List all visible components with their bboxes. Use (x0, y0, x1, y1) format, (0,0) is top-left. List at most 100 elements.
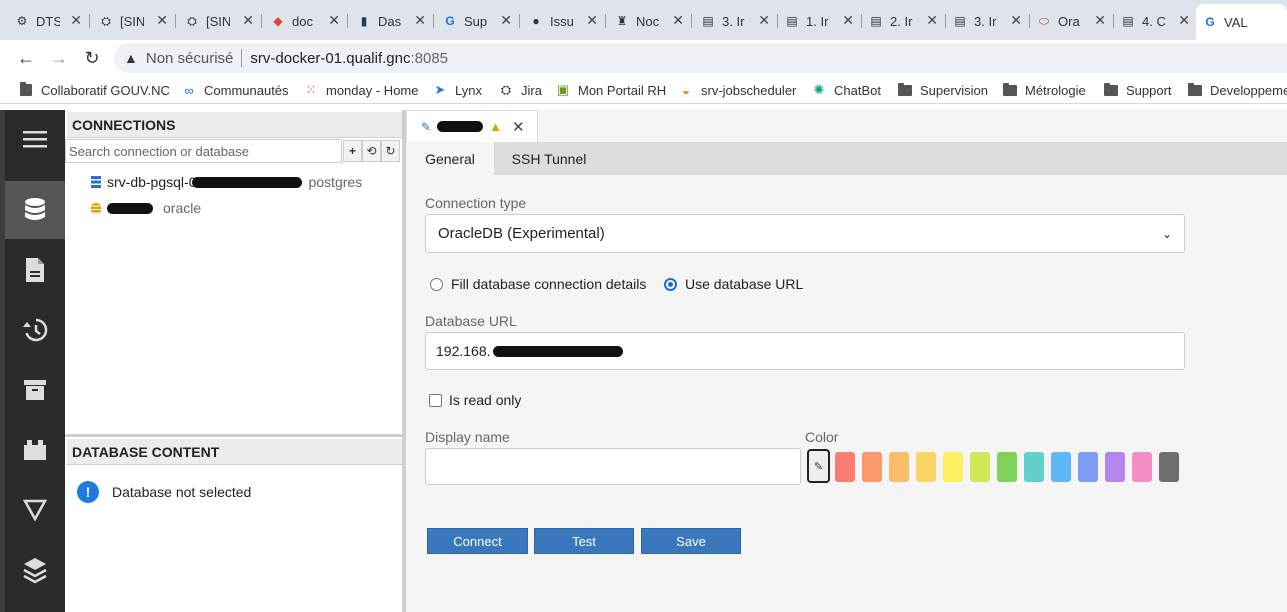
save-button[interactable]: Save (641, 528, 741, 554)
connections-header: CONNECTIONS (67, 112, 402, 138)
close-icon[interactable]: ✕ (1094, 12, 1106, 29)
close-icon[interactable]: ✕ (156, 12, 168, 29)
chevron-down-icon: ⌄ (1161, 226, 1172, 241)
browser-tab[interactable]: G Sup ✕ (436, 6, 520, 36)
close-icon[interactable]: ✕ (500, 12, 512, 29)
browser-tab[interactable]: ⬭ Ora ✕ (1030, 6, 1114, 36)
color-swatch[interactable] (970, 452, 990, 482)
connection-item[interactable]: oracle (91, 199, 201, 217)
color-swatch[interactable] (1024, 452, 1044, 482)
color-swatch[interactable] (943, 452, 963, 482)
add-connection-button[interactable]: + (343, 140, 362, 162)
bookmark-item[interactable]: ➤ Lynx (432, 81, 482, 99)
bookmark-folder[interactable]: Métrologie (1002, 81, 1086, 99)
browser-tab[interactable]: ▤ 3. Ir ✕ (946, 6, 1030, 36)
url-port[interactable]: :8085 (410, 50, 448, 67)
browser-tab[interactable]: ⚙ DTS ✕ (8, 6, 90, 36)
close-icon[interactable]: ✕ (328, 12, 340, 29)
bookmark-item[interactable]: ▣ Mon Portail RH (555, 81, 666, 99)
security-label[interactable]: Non sécurisé (146, 50, 234, 67)
address-bar[interactable]: ▲ Non sécurisé srv-docker-01.qualif.gnc:… (114, 43, 1287, 73)
read-only-checkbox-row[interactable]: Is read only (429, 392, 521, 408)
database-icon[interactable] (5, 181, 65, 239)
browser-tab[interactable]: ▤ 1. Ir ✕ (778, 6, 862, 36)
radio-button[interactable] (430, 277, 443, 291)
warning-triangle-icon[interactable]: ▲ (124, 50, 138, 66)
close-tab-icon[interactable]: ✕ (512, 118, 525, 136)
tab-general[interactable]: General (406, 142, 494, 175)
browser-tab[interactable]: ♜ Noc ✕ (608, 6, 692, 36)
bookmark-folder[interactable]: Support (1103, 81, 1172, 99)
close-icon[interactable]: ✕ (672, 12, 684, 29)
bookmark-item[interactable]: ∞ Communautés (181, 81, 288, 99)
refresh-folder-button[interactable]: ⟲ (362, 140, 381, 162)
color-swatch[interactable] (835, 452, 855, 482)
connection-item[interactable]: srv-db-pgsql-0 postgres (91, 173, 362, 191)
color-swatch[interactable] (1105, 452, 1125, 482)
close-icon[interactable]: ✕ (1178, 12, 1190, 29)
bookmark-item[interactable]: ✺ ChatBot (811, 81, 881, 99)
archive-icon[interactable] (5, 361, 65, 419)
layers-icon[interactable] (5, 541, 65, 599)
test-button[interactable]: Test (534, 528, 634, 554)
close-icon[interactable]: ✕ (242, 12, 254, 29)
history-icon[interactable] (5, 301, 65, 359)
color-swatch[interactable] (1051, 452, 1071, 482)
bookmark-item[interactable]: ⛭ Jira (498, 81, 542, 99)
color-swatch[interactable] (997, 452, 1017, 482)
color-swatch[interactable] (916, 452, 936, 482)
close-icon[interactable]: ✕ (414, 12, 426, 29)
browser-tab[interactable]: ◆ doc ✕ (264, 6, 348, 36)
connection-type-select[interactable]: OracleDB (Experimental) ⌄ (425, 214, 1185, 253)
read-only-checkbox[interactable] (429, 393, 442, 407)
display-name-input[interactable] (425, 448, 801, 485)
file-icon[interactable] (5, 241, 65, 299)
connection-tab[interactable]: ✎ ▲ ✕ (406, 110, 538, 142)
radio-use-url[interactable]: Use database URL (664, 276, 803, 292)
url-host[interactable]: srv-docker-01.qualif.gnc (250, 50, 410, 67)
close-icon[interactable]: ✕ (70, 12, 82, 29)
scheduler-icon: ◒ (682, 82, 690, 98)
browser-tab-active[interactable]: G VAL (1196, 4, 1287, 40)
browser-tab[interactable]: ▤ 4. C ✕ (1114, 6, 1198, 36)
warning-icon: ▲ (489, 119, 502, 134)
color-swatch[interactable] (889, 452, 909, 482)
close-icon[interactable]: ✕ (926, 12, 938, 29)
filter-icon[interactable] (5, 481, 65, 539)
tab-ssh-tunnel[interactable]: SSH Tunnel (494, 142, 604, 175)
color-swatch[interactable] (1132, 452, 1152, 482)
menu-icon[interactable] (5, 110, 65, 168)
close-icon[interactable]: ✕ (842, 12, 854, 29)
bookmark-item[interactable]: ◒ srv-jobscheduler (678, 81, 796, 99)
color-swatch[interactable] (1159, 452, 1179, 482)
no-color-swatch[interactable]: ✎ (807, 449, 830, 483)
search-connection-input[interactable] (65, 139, 342, 163)
connect-button[interactable]: Connect (427, 528, 528, 554)
color-swatch[interactable] (1078, 452, 1098, 482)
bookmark-folder[interactable]: Supervision (897, 81, 988, 99)
reload-icon[interactable]: ↻ (80, 46, 104, 70)
close-icon[interactable]: ✕ (586, 12, 598, 29)
close-icon[interactable]: ✕ (758, 12, 770, 29)
bookmark-item[interactable]: Collaboratif GOUV.NC (18, 81, 170, 99)
browser-tab[interactable]: ▮ Das ✕ (350, 6, 434, 36)
plugin-icon[interactable] (5, 421, 65, 479)
browser-tab[interactable]: ● Issu ✕ (522, 6, 606, 36)
folder-icon (1002, 82, 1018, 98)
bookmark-folder[interactable]: Developpeme (1187, 81, 1287, 99)
radio-fill-details[interactable]: Fill database connection details (430, 276, 646, 292)
bookmark-item[interactable]: ⁙ monday - Home (303, 81, 419, 99)
radio-button-selected[interactable] (664, 277, 677, 291)
browser-tab[interactable]: ⛭ [SIN ✕ (178, 6, 262, 36)
app-container: CONNECTIONS + ⟲ ↻ srv-db-pgsql-0 postgre… (0, 110, 1287, 612)
plug-icon: ✎ (421, 119, 432, 134)
back-arrow-icon[interactable]: ← (14, 46, 38, 70)
forward-arrow-icon[interactable]: → (47, 46, 71, 70)
reload-button[interactable]: ↻ (381, 140, 400, 162)
browser-tab[interactable]: ▤ 3. Ir ✕ (694, 6, 778, 36)
close-icon[interactable]: ✕ (1010, 12, 1022, 29)
browser-tab[interactable]: ⛭ [SIN ✕ (92, 6, 176, 36)
color-swatch[interactable] (862, 452, 882, 482)
browser-tab[interactable]: ▤ 2. Ir ✕ (862, 6, 946, 36)
database-url-input[interactable]: 192.168. (425, 332, 1185, 370)
